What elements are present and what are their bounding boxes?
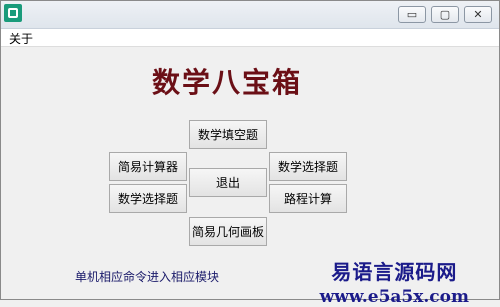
geometry-board-button[interactable]: 简易几何画板: [189, 217, 267, 246]
watermark-line1: 易语言源码网: [331, 260, 458, 284]
close-button[interactable]: ✕: [464, 6, 492, 23]
exit-button[interactable]: 退出: [189, 168, 267, 197]
maximize-button[interactable]: ▢: [431, 6, 459, 23]
menu-about[interactable]: 关于: [9, 30, 33, 47]
calculator-button[interactable]: 简易计算器: [109, 152, 187, 181]
title-bar: ▭ ▢ ✕: [1, 1, 499, 29]
minimize-button[interactable]: ▭: [398, 6, 426, 23]
maximize-icon: ▢: [439, 8, 451, 21]
hint-text: 单机相应命令进入相应模块: [75, 270, 220, 284]
close-icon: ✕: [473, 8, 483, 21]
app-title: 数学八宝箱: [151, 66, 302, 99]
minimize-icon: ▭: [406, 8, 418, 21]
route-calc-button[interactable]: 路程计算: [269, 184, 347, 213]
menu-bar: 关于: [1, 29, 499, 47]
app-window: ▭ ▢ ✕ 关于 数学八宝箱 数学填空题 简易计算器 退出 数学选择题 数学选择…: [0, 0, 500, 307]
fill-blank-button[interactable]: 数学填空题: [189, 120, 267, 149]
math-choice-left-button[interactable]: 数学选择题: [109, 184, 187, 213]
watermark-line2: www.e5a5x.com: [319, 287, 469, 307]
app-icon: [4, 4, 22, 22]
math-choice-right-button[interactable]: 数学选择题: [269, 152, 347, 181]
watermark: 易语言源码网 www.e5a5x.com: [320, 256, 469, 307]
